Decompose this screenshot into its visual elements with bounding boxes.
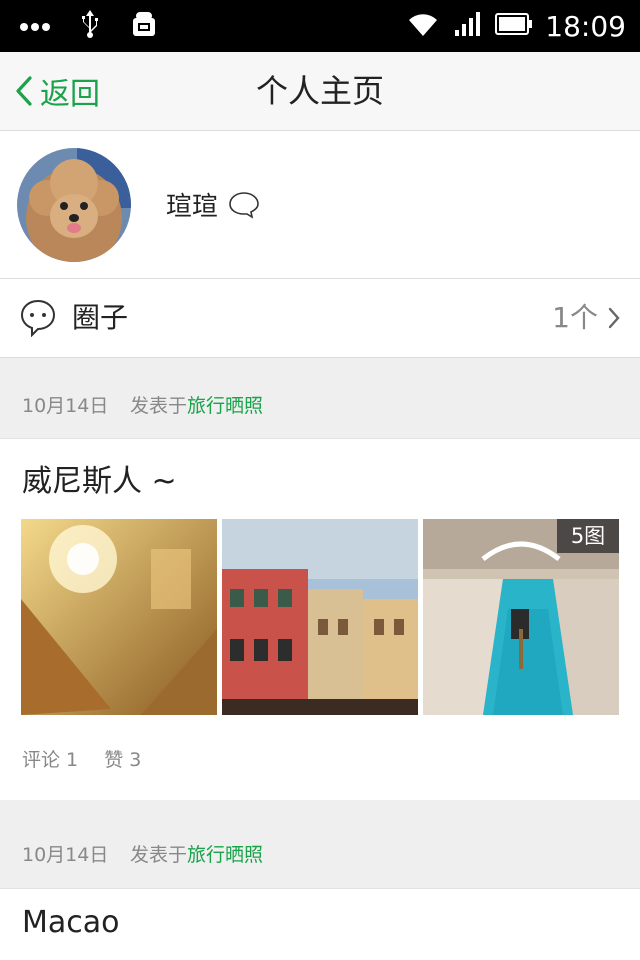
post-photo[interactable]: 5图 (423, 519, 619, 715)
post-topic-link[interactable]: 旅行晒照 (187, 844, 263, 866)
wifi-icon (405, 10, 441, 42)
chat-bubble-icon[interactable] (228, 191, 260, 219)
back-label: 返回 (40, 77, 100, 112)
post-topic-link[interactable]: 旅行晒照 (187, 395, 263, 417)
battery-icon (495, 12, 533, 40)
username-text: 瑄瑄 (166, 192, 219, 222)
signal-icon (453, 10, 483, 42)
post-posted-in: 发表于旅行晒照 (130, 358, 263, 454)
profile-card: 瑄瑄 (0, 131, 640, 279)
posted-in-label: 发表于 (130, 844, 188, 866)
post-photo[interactable] (21, 519, 217, 715)
more-dots-icon (20, 17, 50, 36)
post-photo[interactable] (222, 519, 418, 715)
status-time: 18:09 (545, 9, 626, 43)
username: 瑄瑄 (166, 131, 260, 278)
title-bar: 返回 个人主页 (0, 52, 640, 131)
circle-label: 圈子 (72, 301, 129, 334)
chevron-left-icon (16, 76, 32, 106)
status-bar: 18:09 (0, 0, 640, 52)
android-debug-icon (130, 10, 158, 42)
post-header: 10月14日 发表于旅行晒照 (0, 358, 640, 439)
post-date: 10月14日 (22, 395, 109, 417)
post-title[interactable]: Macao (22, 905, 120, 940)
post-header: 10月14日 发表于旅行晒照 (0, 800, 640, 889)
dog-avatar-image (17, 148, 131, 262)
avatar[interactable] (17, 148, 131, 262)
post-date: 10月14日 (22, 844, 109, 866)
post-stats: 评论 1 赞 3 (22, 745, 161, 772)
photo-count-badge: 5图 (557, 519, 619, 553)
colorful-buildings-photo (222, 519, 418, 715)
circle-chat-icon (20, 299, 56, 337)
back-button[interactable]: 返回 (14, 52, 100, 130)
circle-row[interactable]: 圈子 1个 (0, 279, 640, 358)
post-title[interactable]: 威尼斯人 ~ (22, 456, 177, 500)
circle-count: 1个 (552, 301, 598, 334)
comments-count[interactable]: 评论 1 (22, 749, 78, 771)
chevron-right-icon (608, 307, 620, 329)
usb-icon (80, 10, 100, 42)
posted-in-label: 发表于 (130, 395, 188, 417)
post-posted-in: 发表于旅行晒照 (130, 800, 263, 910)
ornate-chandelier-photo (21, 519, 217, 715)
likes-count[interactable]: 赞 3 (104, 749, 141, 771)
